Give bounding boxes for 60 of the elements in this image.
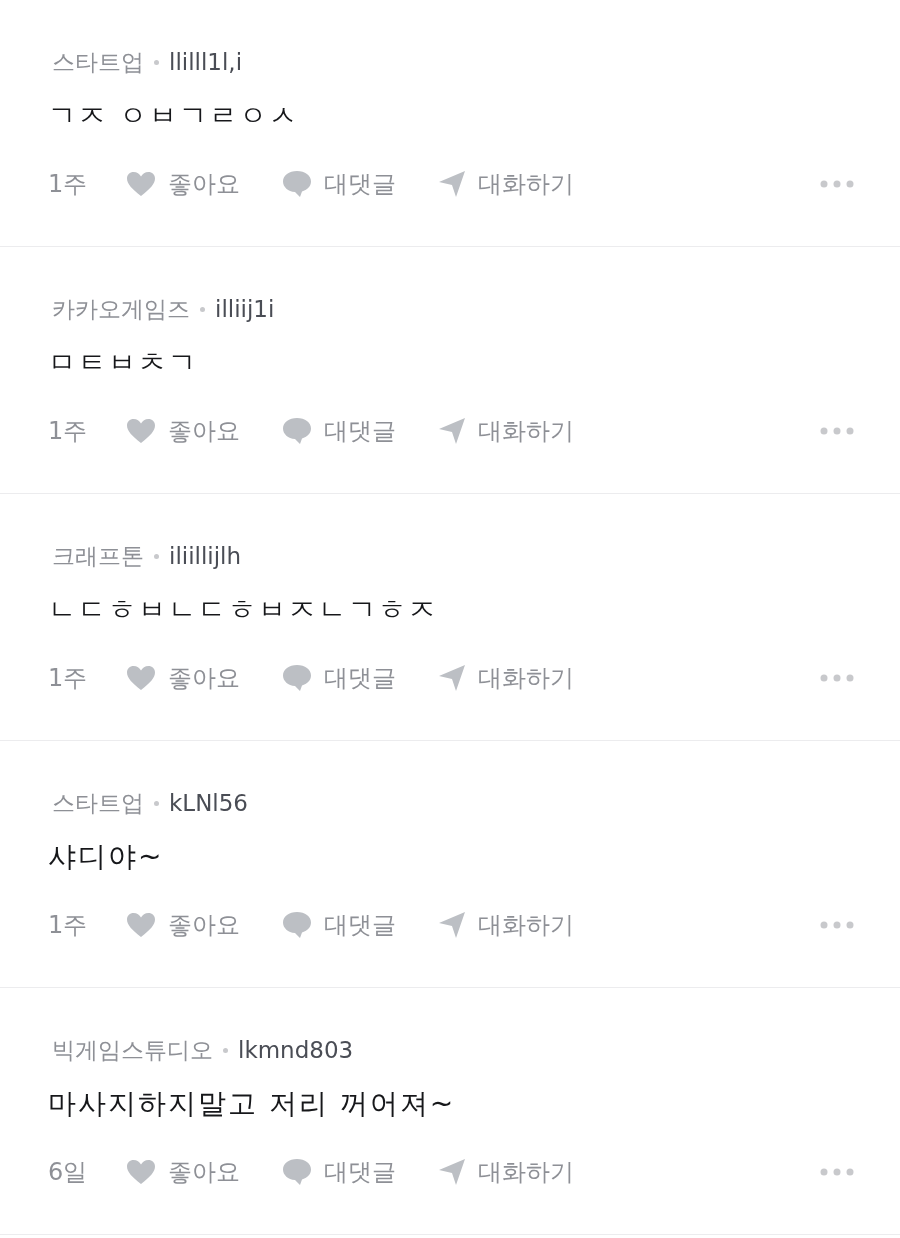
separator-dot-icon xyxy=(154,553,159,559)
chat-button[interactable]: 대화하기 xyxy=(438,168,574,200)
company-name: 크래프톤 xyxy=(52,541,144,571)
speech-bubble-icon xyxy=(282,1158,312,1186)
comment-time: 1주 xyxy=(48,663,89,694)
separator-dot-icon xyxy=(200,306,205,312)
heart-icon xyxy=(126,912,156,938)
company-name: 스타트업 xyxy=(52,788,144,818)
heart-icon xyxy=(126,1159,156,1185)
user-nickname: llilll1l,i xyxy=(169,49,243,75)
company-name: 빅게임스튜디오 xyxy=(52,1035,213,1065)
chat-button[interactable]: 대화하기 xyxy=(438,415,574,447)
comment-text: 마사지하지말고 저리 꺼어져~ xyxy=(48,1086,457,1122)
company-name: 카카오게임즈 xyxy=(52,294,190,324)
paper-plane-icon xyxy=(438,1158,466,1186)
reply-button[interactable]: 대댓글 xyxy=(282,168,396,200)
more-options-icon[interactable] xyxy=(820,1168,854,1176)
more-options-icon[interactable] xyxy=(820,180,854,188)
comment-time: 1주 xyxy=(48,910,89,941)
heart-icon xyxy=(126,665,156,691)
paper-plane-icon xyxy=(438,664,466,692)
speech-bubble-icon xyxy=(282,417,312,445)
reply-button[interactable]: 대댓글 xyxy=(282,1156,396,1188)
more-options-icon[interactable] xyxy=(820,921,854,929)
chat-button[interactable]: 대화하기 xyxy=(438,909,574,941)
reply-button[interactable]: 대댓글 xyxy=(282,415,396,447)
like-button[interactable]: 좋아요 xyxy=(126,415,240,447)
speech-bubble-icon xyxy=(282,911,312,939)
comment-text: 샤디야~ xyxy=(48,839,165,875)
user-nickname: lkmnd803 xyxy=(238,1037,354,1063)
more-options-icon[interactable] xyxy=(820,674,854,682)
comment-time: 1주 xyxy=(48,416,89,447)
paper-plane-icon xyxy=(438,417,466,445)
heart-icon xyxy=(126,171,156,197)
chat-button[interactable]: 대화하기 xyxy=(438,662,574,694)
user-nickname: iliillijlh xyxy=(169,543,242,569)
separator-dot-icon xyxy=(154,800,159,806)
comment-time: 6일 xyxy=(48,1157,89,1188)
paper-plane-icon xyxy=(438,170,466,198)
more-options-icon[interactable] xyxy=(820,427,854,435)
reply-button[interactable]: 대댓글 xyxy=(282,662,396,694)
like-button[interactable]: 좋아요 xyxy=(126,909,240,941)
heart-icon xyxy=(126,418,156,444)
speech-bubble-icon xyxy=(282,170,312,198)
like-button[interactable]: 좋아요 xyxy=(126,168,240,200)
separator-dot-icon xyxy=(154,59,159,65)
comment-text: ㄴㄷㅎㅂㄴㄷㅎㅂㅈㄴㄱㅎㅈ xyxy=(48,592,439,628)
speech-bubble-icon xyxy=(282,664,312,692)
company-name: 스타트업 xyxy=(52,47,144,77)
paper-plane-icon xyxy=(438,911,466,939)
comment-time: 1주 xyxy=(48,169,89,200)
like-button[interactable]: 좋아요 xyxy=(126,662,240,694)
user-nickname: kLNl56 xyxy=(169,790,248,816)
reply-button[interactable]: 대댓글 xyxy=(282,909,396,941)
comment-text: ㅁㅌㅂㅊㄱ xyxy=(48,345,199,381)
like-button[interactable]: 좋아요 xyxy=(126,1156,240,1188)
separator-dot-icon xyxy=(223,1047,228,1053)
user-nickname: illiij1i xyxy=(215,296,275,322)
comment-text: ㄱㅈ ㅇㅂㄱㄹㅇㅅ xyxy=(48,98,300,134)
chat-button[interactable]: 대화하기 xyxy=(438,1156,574,1188)
